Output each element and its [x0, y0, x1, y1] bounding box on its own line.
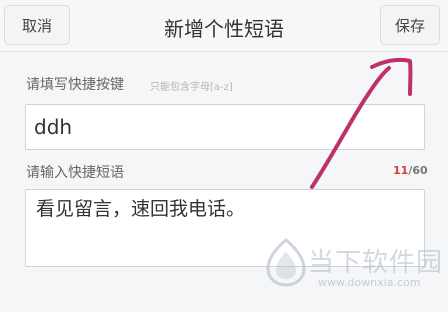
phrase-label: 请输入快捷短语: [26, 165, 124, 181]
shortcut-key-hint: 只能包含字母[a-z]: [150, 82, 233, 93]
header-bar: 取消 新增个性短语 保存: [0, 0, 448, 52]
downxia-logo-icon: [266, 238, 306, 287]
char-count-current: 11: [393, 164, 409, 177]
char-counter: 11/60: [393, 164, 428, 177]
shortcut-key-input[interactable]: [25, 104, 425, 150]
shortcut-key-label: 请填写快捷按键: [26, 77, 124, 93]
save-button[interactable]: 保存: [380, 5, 440, 45]
watermark-brand: 当下软件园: [308, 248, 444, 278]
page: 取消 新增个性短语 保存 请填写快捷按键 只能包含字母[a-z] 请输入快捷短语…: [0, 0, 448, 312]
watermark-url: www.downxia.com: [318, 276, 421, 289]
char-count-max: /60: [408, 164, 428, 177]
